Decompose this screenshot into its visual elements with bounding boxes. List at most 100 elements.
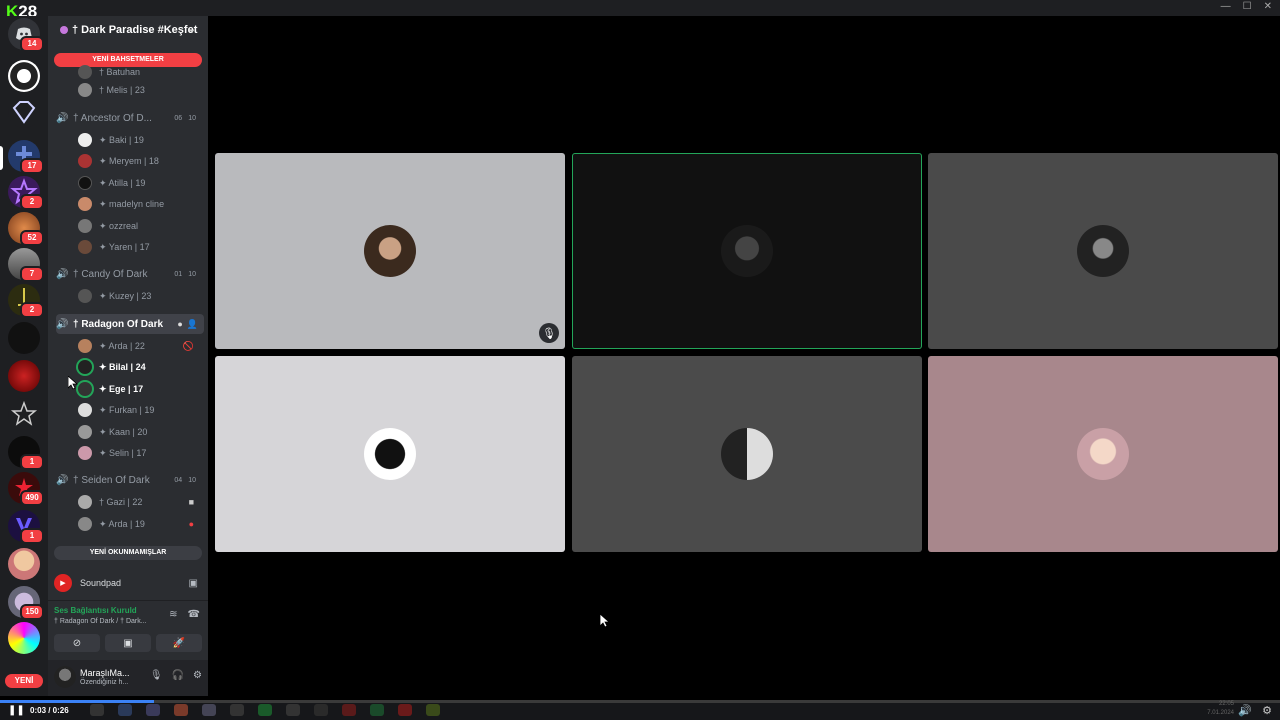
server-cross-icon[interactable]: 17 xyxy=(8,140,44,174)
voice-channel[interactable]: 🔊 † Seiden Of Dark 04 10 xyxy=(56,470,204,490)
voice-channel[interactable]: 🔊 † Ancestor Of D... 06 10 xyxy=(56,108,204,128)
settings-icon[interactable]: ⚙ xyxy=(1262,704,1272,717)
noise-suppression-icon[interactable]: ≋ xyxy=(169,609,177,620)
server-v-icon[interactable]: 1 xyxy=(8,510,44,544)
server-sword-icon[interactable]: 2 xyxy=(8,284,44,318)
minimize-icon[interactable]: — xyxy=(1221,1,1231,12)
server-star-icon[interactable]: 2 xyxy=(8,176,44,210)
voice-member[interactable]: ✦ ozzreal xyxy=(78,216,198,236)
channel-sidebar: † Dark Paradise #Keşfet ⌄ YENİ BAHSETMEL… xyxy=(48,16,208,696)
guild-header[interactable]: † Dark Paradise #Keşfet ⌄ xyxy=(48,16,208,44)
server-diamond-icon[interactable] xyxy=(8,96,40,128)
headphones-icon[interactable]: 🎧 xyxy=(172,670,184,681)
speaker-icon: 🔊 xyxy=(56,112,69,124)
taskbar-app-icon[interactable] xyxy=(370,704,384,716)
voice-member[interactable]: ✦ Kuzey | 23 xyxy=(78,286,198,306)
user-name[interactable]: MaraşlıMa... xyxy=(80,668,130,678)
close-icon[interactable]: ✕ xyxy=(1264,1,1272,12)
voice-member[interactable]: ✦ Kaan | 20 xyxy=(78,422,198,442)
camera-icon: ■ xyxy=(188,497,194,507)
screen: K28 — ☐ ✕ 14 17 2 52 7 2 1 490 1 150 YEN… xyxy=(0,0,1280,720)
server-red-star-icon[interactable]: 490 xyxy=(8,472,44,506)
chat-icon[interactable]: ● xyxy=(177,319,182,330)
volume-icon[interactable]: 🔊 xyxy=(1238,704,1252,717)
video-tile-speaking[interactable] xyxy=(572,153,922,349)
server-outline-star-icon[interactable] xyxy=(8,398,40,430)
voice-member-speaking[interactable]: ✦ Bilal | 24 xyxy=(78,357,198,377)
voice-channel[interactable]: 🔊 † Candy Of Dark 01 10 xyxy=(56,264,204,284)
server-dark-icon[interactable] xyxy=(8,322,40,354)
activity-button[interactable]: 🚀 xyxy=(156,634,202,652)
taskbar-app-icon[interactable] xyxy=(202,704,216,716)
pause-icon[interactable]: ❚❚ xyxy=(8,705,25,716)
avatar[interactable] xyxy=(54,666,76,688)
voice-connection-panel: Ses Bağlantısı Kuruld † Radagon Of Dark … xyxy=(48,600,208,656)
maximize-icon[interactable]: ☐ xyxy=(1243,1,1252,12)
voice-channel-active[interactable]: 🔊 † Radagon Of Dark ● 👤 xyxy=(56,314,204,334)
voice-member[interactable]: ✦ Arda | 22 🚫 xyxy=(78,336,198,356)
soundpad-activity[interactable]: ▶ Soundpad ▣ xyxy=(48,572,208,594)
camera-off-button[interactable]: ⊘ xyxy=(54,634,100,652)
voice-member[interactable]: ✦ Baki | 19 xyxy=(78,130,198,150)
speaker-icon: 🔊 xyxy=(56,318,69,330)
voice-member[interactable]: ✦ Selin | 17 xyxy=(78,443,198,463)
server-orange-icon[interactable]: 52 xyxy=(8,212,44,246)
server-red-icon[interactable] xyxy=(8,360,40,392)
user-status: Özendiğiniz h... xyxy=(80,679,129,686)
voice-channel-path[interactable]: † Radagon Of Dark / † Dark... xyxy=(54,618,147,625)
gear-icon[interactable]: ⚙ xyxy=(193,670,202,681)
taskbar-app-icon[interactable] xyxy=(426,704,440,716)
taskbar-app-icon[interactable] xyxy=(230,704,244,716)
invite-icon[interactable]: 👤 xyxy=(187,319,198,330)
video-tile[interactable] xyxy=(928,356,1278,552)
video-tile[interactable] xyxy=(572,356,922,552)
taskbar-app-icon[interactable] xyxy=(286,704,300,716)
voice-member[interactable]: ✦ madelyn cline xyxy=(78,194,198,214)
server-color-icon[interactable] xyxy=(8,622,40,654)
screen-share-button[interactable]: ▣ xyxy=(105,634,151,652)
taskbar-app-icon[interactable] xyxy=(342,704,356,716)
voice-member[interactable]: † Batuhan xyxy=(78,62,198,82)
microphone-icon[interactable]: 🎙 xyxy=(150,670,163,681)
screen-icon[interactable]: ▣ xyxy=(189,578,198,589)
taskbar-app-icon[interactable] xyxy=(398,704,412,716)
speaker-icon: 🔊 xyxy=(56,268,69,280)
server-black-icon[interactable]: 1 xyxy=(8,436,44,470)
voice-member[interactable]: ✦ Arda | 19 ● xyxy=(78,514,198,534)
participant-avatar xyxy=(721,428,773,480)
server-anime-icon[interactable]: 150 xyxy=(8,586,44,620)
voice-member[interactable]: ✦ Meryem | 18 xyxy=(78,151,198,171)
discord-home-icon[interactable]: 14 xyxy=(8,18,44,52)
voice-member[interactable]: ✦ Yaren | 17 xyxy=(78,237,198,257)
taskbar-app-icon[interactable] xyxy=(258,704,272,716)
voice-member[interactable]: † Gazi | 22 ■ xyxy=(78,492,198,512)
chevron-down-icon: ⌄ xyxy=(187,24,196,35)
participant-avatar xyxy=(1077,225,1129,277)
video-tile[interactable]: 🎙 xyxy=(215,153,565,349)
taskbar-app-icon[interactable] xyxy=(314,704,328,716)
voice-member-speaking[interactable]: ✦ Ege | 17 xyxy=(78,379,198,399)
server-rail: 14 17 2 52 7 2 1 490 1 150 YENİ xyxy=(0,16,48,696)
server-crown-icon[interactable] xyxy=(8,60,40,92)
guild-icon xyxy=(60,26,68,34)
video-tile[interactable] xyxy=(215,356,565,552)
disconnect-icon[interactable]: ☎ xyxy=(188,609,200,620)
taskbar-app-icon[interactable] xyxy=(118,704,132,716)
window-titlebar: K28 — ☐ ✕ xyxy=(0,0,1280,21)
mouse-cursor-icon xyxy=(68,376,78,390)
taskbar-app-icon[interactable] xyxy=(174,704,188,716)
server-group-icon[interactable]: 7 xyxy=(8,248,44,282)
voice-status[interactable]: Ses Bağlantısı Kuruld xyxy=(54,606,137,615)
voice-member[interactable]: ✦ Atilla | 19 xyxy=(78,173,198,193)
voice-member[interactable]: ✦ Furkan | 19 xyxy=(78,400,198,420)
server-portrait-icon[interactable] xyxy=(8,548,40,580)
voice-member[interactable]: † Melis | 23 xyxy=(78,80,198,100)
new-unread-pill-sidebar[interactable]: YENİ OKUNMAMIŞLAR xyxy=(54,546,202,560)
participant-avatar xyxy=(364,428,416,480)
video-tile[interactable] xyxy=(928,153,1278,349)
taskbar-app-icon[interactable] xyxy=(146,704,160,716)
taskbar-icons xyxy=(90,704,440,716)
new-unread-pill[interactable]: YENİ xyxy=(5,674,43,688)
progress-bar[interactable] xyxy=(0,700,1280,703)
taskbar-app-icon[interactable] xyxy=(90,704,104,716)
